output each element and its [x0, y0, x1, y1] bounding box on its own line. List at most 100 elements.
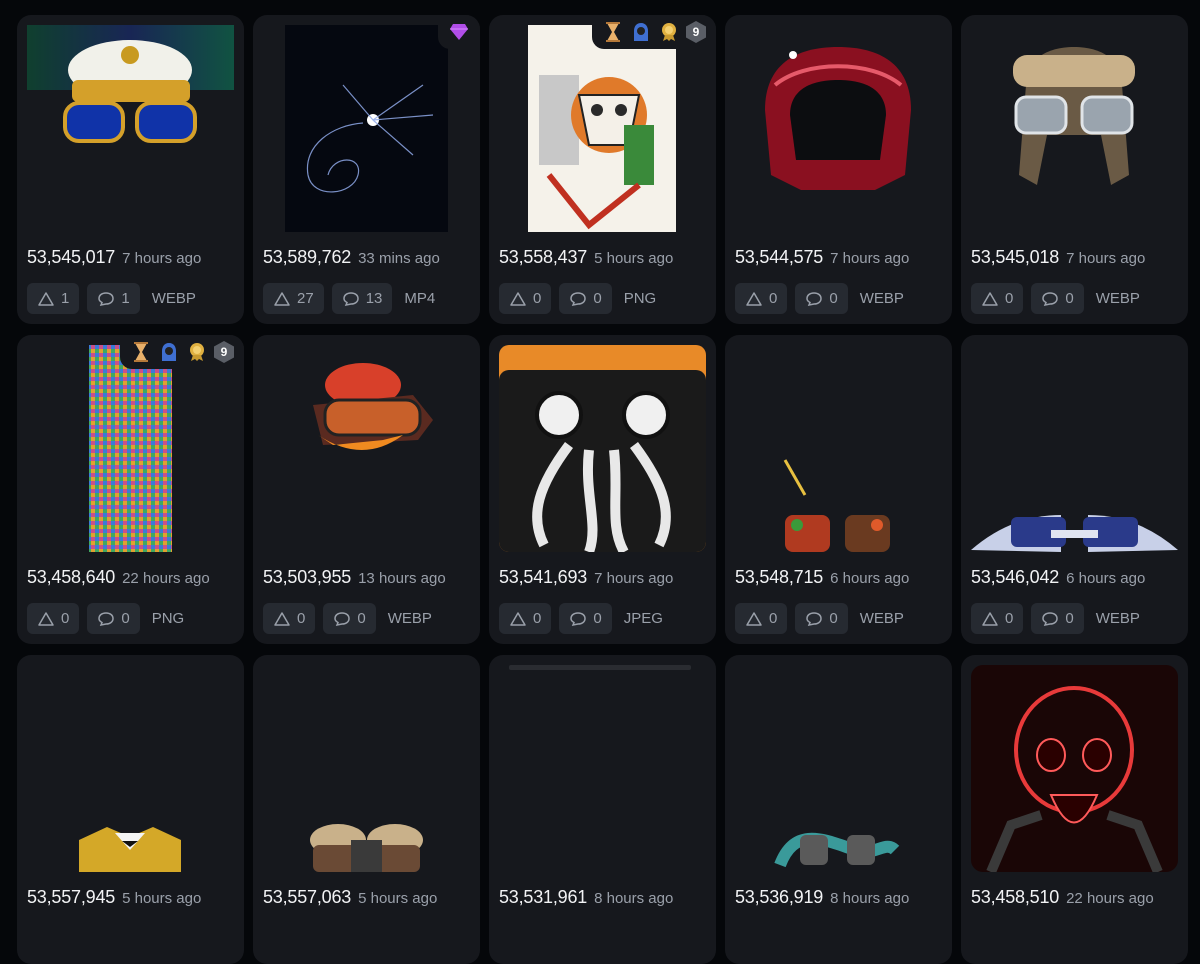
timestamp: 7 hours ago	[594, 570, 674, 587]
like-button[interactable]: 0	[735, 283, 788, 314]
inscription-number[interactable]: 53,558,437	[499, 247, 587, 268]
medal-icon	[186, 341, 208, 363]
triangle-up-icon	[274, 611, 290, 626]
timestamp: 13 hours ago	[358, 570, 446, 587]
inscription-card[interactable]: 53,557,063 5 hours ago	[253, 655, 480, 964]
inscription-card[interactable]: 9 53,558,437 5 hours ago 0 0 PNG	[489, 15, 716, 324]
triangle-up-icon	[510, 291, 526, 306]
inscription-number[interactable]: 53,544,575	[735, 247, 823, 268]
timestamp: 22 hours ago	[1066, 890, 1154, 907]
comment-button[interactable]: 0	[87, 603, 140, 634]
medal-icon	[658, 21, 680, 43]
comment-button[interactable]: 0	[795, 603, 848, 634]
triangle-up-icon	[982, 611, 998, 626]
comment-bubble-icon	[570, 291, 587, 306]
like-count: 0	[1005, 290, 1014, 307]
inscription-thumbnail	[263, 25, 470, 232]
format-label: WEBP	[1095, 610, 1140, 627]
format-label: MP4	[404, 290, 436, 307]
like-button[interactable]: 0	[499, 603, 552, 634]
inscription-number[interactable]: 53,503,955	[263, 567, 351, 588]
format-label: WEBP	[859, 610, 904, 627]
inscription-number[interactable]: 53,589,762	[263, 247, 351, 268]
inscription-number[interactable]: 53,536,919	[735, 887, 823, 908]
comment-bubble-icon	[98, 291, 115, 306]
like-count: 0	[61, 610, 70, 627]
like-count: 0	[769, 290, 778, 307]
inscription-number[interactable]: 53,557,945	[27, 887, 115, 908]
inscription-number[interactable]: 53,531,961	[499, 887, 587, 908]
like-button[interactable]: 1	[27, 283, 80, 314]
comment-button[interactable]: 0	[559, 283, 612, 314]
inscription-thumbnail	[27, 665, 234, 872]
inscription-number[interactable]: 53,545,018	[971, 247, 1059, 268]
inscription-card[interactable]: 53,546,042 6 hours ago 0 0 WEBP	[961, 335, 1188, 644]
timestamp: 5 hours ago	[122, 890, 202, 907]
like-button[interactable]: 0	[263, 603, 316, 634]
triangle-up-icon	[274, 291, 290, 306]
like-button[interactable]: 27	[263, 283, 324, 314]
comment-button[interactable]: 0	[323, 603, 376, 634]
gem-icon	[448, 21, 470, 43]
hacker-icon	[158, 341, 180, 363]
comment-button[interactable]: 1	[87, 283, 140, 314]
format-label: WEBP	[151, 290, 196, 307]
like-count: 1	[61, 290, 70, 307]
inscription-card[interactable]: 53,545,018 7 hours ago 0 0 WEBP	[961, 15, 1188, 324]
like-count: 0	[297, 610, 306, 627]
comment-count: 0	[593, 290, 602, 307]
inscription-thumbnail	[499, 25, 706, 232]
inscription-card[interactable]: 53,458,510 22 hours ago	[961, 655, 1188, 964]
timestamp: 7 hours ago	[830, 250, 910, 267]
format-label: PNG	[151, 610, 185, 627]
like-button[interactable]: 0	[735, 603, 788, 634]
triangle-up-icon	[746, 291, 762, 306]
timestamp: 5 hours ago	[358, 890, 438, 907]
timestamp: 7 hours ago	[1066, 250, 1146, 267]
inscription-thumbnail	[27, 345, 234, 552]
like-button[interactable]: 0	[499, 283, 552, 314]
inscription-card[interactable]: 53,536,919 8 hours ago	[725, 655, 952, 964]
comment-count: 0	[1065, 610, 1074, 627]
comment-button[interactable]: 0	[1031, 283, 1084, 314]
triangle-up-icon	[982, 291, 998, 306]
inscription-number[interactable]: 53,541,693	[499, 567, 587, 588]
like-button[interactable]: 0	[971, 283, 1024, 314]
comment-count: 0	[357, 610, 366, 627]
inscription-card[interactable]: 53,503,955 13 hours ago 0 0 WEBP	[253, 335, 480, 644]
comment-button[interactable]: 0	[559, 603, 612, 634]
inscription-number[interactable]: 53,548,715	[735, 567, 823, 588]
inscription-card[interactable]: 9 53,458,640 22 hours ago 0 0 PNG	[17, 335, 244, 644]
inscription-card[interactable]: 53,589,762 33 mins ago 27 13 MP4	[253, 15, 480, 324]
like-button[interactable]: 0	[971, 603, 1024, 634]
inscription-thumbnail	[971, 345, 1178, 552]
inscription-card[interactable]: 53,531,961 8 hours ago	[489, 655, 716, 964]
comment-bubble-icon	[806, 291, 823, 306]
like-button[interactable]: 0	[27, 603, 80, 634]
comment-button[interactable]: 0	[1031, 603, 1084, 634]
like-count: 0	[533, 290, 542, 307]
comment-count: 0	[829, 290, 838, 307]
inscription-thumbnail	[735, 665, 942, 872]
timestamp: 22 hours ago	[122, 570, 210, 587]
triangle-up-icon	[746, 611, 762, 626]
inscription-number[interactable]: 53,557,063	[263, 887, 351, 908]
inscription-card[interactable]: 53,557,945 5 hours ago	[17, 655, 244, 964]
inscription-number[interactable]: 53,545,017	[27, 247, 115, 268]
inscription-card[interactable]: 53,544,575 7 hours ago 0 0 WEBP	[725, 15, 952, 324]
inscription-thumbnail	[735, 25, 942, 232]
inscription-card[interactable]: 53,548,715 6 hours ago 0 0 WEBP	[725, 335, 952, 644]
format-label: PNG	[623, 290, 657, 307]
inscription-number[interactable]: 53,458,640	[27, 567, 115, 588]
inscription-number[interactable]: 53,458,510	[971, 887, 1059, 908]
inscription-card[interactable]: 53,545,017 7 hours ago 1 1 WEBP	[17, 15, 244, 324]
inscription-grid: 53,545,017 7 hours ago 1 1 WEBP 53,589,76…	[17, 15, 1188, 964]
inscription-number[interactable]: 53,546,042	[971, 567, 1059, 588]
format-label: JPEG	[623, 610, 663, 627]
comment-button[interactable]: 0	[795, 283, 848, 314]
comment-count: 0	[121, 610, 130, 627]
comment-button[interactable]: 13	[331, 283, 393, 314]
hacker-icon	[630, 21, 652, 43]
inscription-card[interactable]: 53,541,693 7 hours ago 0 0 JPEG	[489, 335, 716, 644]
inscription-thumbnail	[971, 25, 1178, 232]
